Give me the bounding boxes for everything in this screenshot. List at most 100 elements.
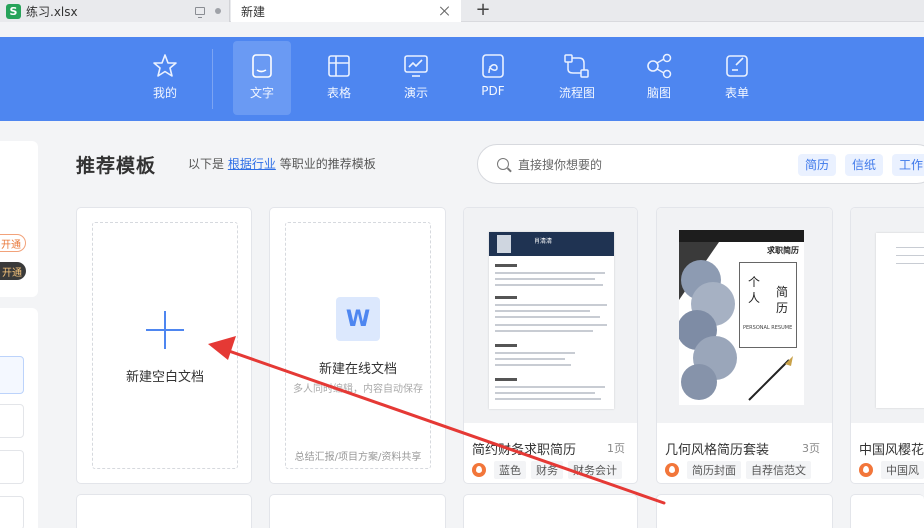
pdf-icon	[482, 54, 504, 78]
tab-spreadsheet[interactable]: S 练习.xlsx	[0, 0, 230, 22]
nav-item-flowchart[interactable]: 流程图	[548, 41, 606, 115]
template-thumbnail: 个 人 简 历 PERSONAL RESUME 求职简历	[657, 208, 832, 423]
template-tag[interactable]: 财务	[531, 461, 563, 479]
nav-label: 脑图	[646, 86, 671, 100]
category-item[interactable]	[0, 450, 24, 484]
card-label: 新建空白文档	[125, 370, 204, 385]
card-sublabel: 多人同时编辑，内容自动保存	[293, 384, 423, 395]
new-online-document-card[interactable]: W 新建在线文档 多人同时编辑，内容自动保存 总结汇报/项目方案/资料共享	[269, 207, 446, 484]
resume-name: 肖清清	[534, 238, 553, 245]
nav-label: 演示	[403, 86, 428, 100]
subtitle-prefix: 以下是	[188, 157, 225, 171]
new-blank-document-card[interactable]: 新建空白文档	[76, 207, 252, 484]
template-card-next-row[interactable]	[76, 494, 252, 528]
nav-item-presentation[interactable]: 演示	[387, 41, 445, 115]
title-frame: 个 人 简 历 PERSONAL RESUME	[739, 262, 797, 348]
template-title: 简约财务求职简历	[472, 443, 577, 458]
template-title: 几何风格简历套装	[665, 443, 770, 458]
nav-item-mindmap[interactable]: 脑图	[630, 41, 688, 115]
card-label: 新建在线文档	[318, 362, 397, 377]
search-tag[interactable]: 信纸	[845, 154, 884, 176]
resume-thumbnail: 肖清清	[489, 232, 614, 409]
star-icon	[153, 54, 177, 77]
document-thumbnail	[876, 233, 924, 408]
template-tag[interactable]: 蓝色	[494, 461, 526, 479]
industry-link[interactable]: 根据行业	[228, 157, 276, 171]
nav-label: 表格	[326, 86, 351, 100]
template-pages: 1页	[607, 442, 625, 455]
category-item[interactable]	[0, 496, 24, 528]
search-input[interactable]	[518, 155, 788, 175]
resume-line	[495, 398, 601, 400]
monitor-icon[interactable]	[195, 7, 205, 18]
geo-char: 历	[776, 301, 789, 315]
template-card-next-row[interactable]	[656, 494, 833, 528]
left-category-panel	[0, 308, 38, 528]
nav-label: PDF	[481, 84, 505, 98]
resume-line	[495, 272, 605, 274]
doc-line	[896, 255, 924, 256]
tab-bar: S 练习.xlsx 新建 +	[0, 0, 924, 22]
resume-line	[495, 344, 517, 347]
subtitle-suffix: 等职业的推荐模板	[279, 157, 376, 171]
resume-line	[495, 296, 517, 299]
nav-divider	[212, 49, 213, 109]
nav-item-writer[interactable]: 文字	[233, 41, 291, 115]
new-tab-button[interactable]: +	[472, 0, 494, 22]
template-card[interactable]: 肖清清 简约财务求职简历 1页 蓝色 财务 财务会计	[463, 207, 638, 484]
card-footnote: 总结汇报/项目方案/资料共享	[294, 452, 422, 463]
resume-line	[495, 358, 565, 360]
template-thumbnail: 肖清清	[464, 208, 637, 423]
hot-icon	[472, 463, 486, 477]
tab-new[interactable]: 新建	[231, 0, 461, 22]
resume-line	[495, 316, 600, 318]
resume-line	[495, 264, 517, 267]
template-card-next-row[interactable]	[463, 494, 638, 528]
mindmap-icon	[647, 53, 672, 79]
form-icon	[726, 55, 748, 77]
template-card[interactable]: 个 人 简 历 PERSONAL RESUME 求职简历 几何风格简历套装 3页…	[656, 207, 833, 484]
hot-icon	[859, 463, 873, 477]
nav-item-mine[interactable]: 我的	[136, 41, 194, 115]
nav-item-spreadsheet[interactable]: 表格	[310, 41, 368, 115]
category-item[interactable]	[0, 404, 24, 438]
template-tag[interactable]: 简历封面	[687, 461, 741, 479]
category-item-selected[interactable]	[0, 356, 24, 394]
template-tags: 简历封面 自荐信范文	[665, 461, 816, 479]
template-tag[interactable]: 自荐信范文	[746, 461, 811, 479]
hot-icon	[665, 463, 679, 477]
template-search[interactable]: 简历 信纸 工作	[477, 144, 924, 184]
nav-item-pdf[interactable]: PDF	[464, 41, 522, 115]
section-subtitle: 以下是 根据行业 等职业的推荐模板	[188, 155, 376, 172]
resume-line	[495, 378, 517, 381]
template-tag[interactable]: 中国风	[881, 461, 924, 479]
search-icon	[497, 158, 509, 170]
close-icon[interactable]	[439, 5, 451, 17]
resume-line	[495, 352, 575, 354]
presentation-icon	[404, 55, 428, 77]
geo-char: 简	[776, 285, 789, 299]
upgrade-pill[interactable]: 开通	[0, 234, 26, 252]
template-card-next-row[interactable]	[850, 494, 924, 528]
geometric-resume-thumbnail: 个 人 简 历 PERSONAL RESUME 求职简历	[679, 230, 804, 405]
template-pages: 3页	[802, 442, 820, 455]
resume-line	[495, 304, 607, 306]
template-card[interactable]: 中国风樱花平 中国风	[850, 207, 924, 484]
resume-line	[495, 284, 603, 286]
tab-label: 练习.xlsx	[26, 4, 78, 19]
resume-line	[495, 324, 607, 326]
geo-en: PERSONAL RESUME	[743, 325, 793, 331]
dashed-frame	[285, 222, 431, 469]
search-tag[interactable]: 工作	[892, 154, 924, 176]
flowchart-icon	[564, 54, 589, 78]
doc-line	[896, 263, 924, 264]
search-tag[interactable]: 简历	[798, 154, 837, 176]
nav-label: 表单	[724, 86, 749, 100]
template-tag[interactable]: 财务会计	[568, 461, 622, 479]
nav-item-form[interactable]: 表单	[708, 41, 766, 115]
vip-pill[interactable]: 开通	[0, 262, 26, 280]
nav-label: 我的	[152, 86, 177, 100]
document-icon	[252, 54, 272, 78]
template-card-next-row[interactable]	[269, 494, 446, 528]
resume-header: 肖清清	[489, 232, 614, 256]
